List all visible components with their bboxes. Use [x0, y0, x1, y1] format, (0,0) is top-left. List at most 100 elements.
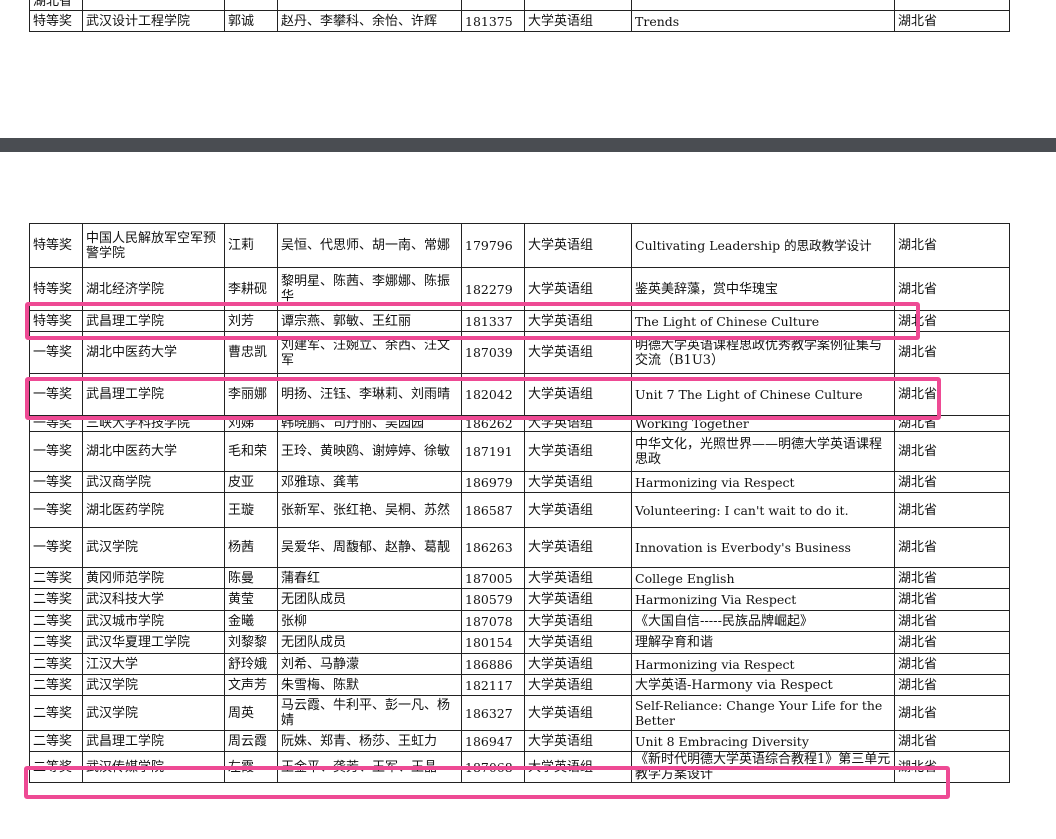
- awards-table-main: 特等奖 中国人民解放军空军预警学院 江莉 吴恒、代思师、胡一南、常娜 179796 大学英…: [29, 223, 1010, 783]
- school-cell: [82, 0, 225, 11]
- school-cell: 武昌理工学院: [82, 373, 225, 416]
- group-cell: 大学英语组: [524, 415, 632, 432]
- group-cell: 大学英语组: [524, 751, 632, 783]
- school-cell: 武汉商学院: [82, 471, 225, 493]
- award-cell: 二等奖: [29, 730, 83, 752]
- province-cell: 湖北省: [894, 415, 1010, 432]
- school-cell: 江汉大学: [82, 653, 225, 675]
- leader-cell: 李丽娜: [224, 373, 278, 416]
- group-cell: 大学英语组: [524, 610, 632, 632]
- page-divider: [0, 138, 1056, 152]
- school-cell: 武汉设计工程学院: [82, 10, 225, 32]
- id-cell: 186262: [461, 415, 525, 432]
- members-cell: 黎明星、陈茜、李娜娜、陈振华: [277, 267, 462, 311]
- id-cell: 181337: [461, 310, 525, 332]
- province-cell: 湖北省: [894, 267, 1010, 311]
- province-cell: 湖北省: [894, 492, 1010, 528]
- award-cell: 一等奖: [29, 331, 83, 374]
- table-row: 一等奖 湖北中医药大学 曹忠凯 刘建军、汪婉立、余西、汪文军 187039 大学英语组 明德…: [29, 331, 1010, 374]
- award-cell: 特等奖: [29, 310, 83, 332]
- school-cell: 武汉传媒学院: [82, 751, 225, 783]
- province-cell: 湖北省: [894, 567, 1010, 589]
- title-cell: The Light of Chinese Culture: [631, 310, 895, 332]
- group-cell: 大学英语组: [524, 471, 632, 493]
- title-cell: Self-Reliance: Change Your Life for the …: [631, 695, 895, 731]
- leader-cell: 李耕砚: [224, 267, 278, 311]
- school-cell: 武汉学院: [82, 527, 225, 568]
- award-cell: 二等奖: [29, 695, 83, 731]
- table-row: 一等奖 三峡大学科技学院 刘娣 韩晓鹏、司丹丽、吴园园 186262 大学英语组 Worki…: [29, 415, 1010, 432]
- table-row: 二等奖 武汉华夏理工学院 刘黎黎 无团队成员 180154 大学英语组 理解孕育和谐 湖北省: [29, 631, 1010, 654]
- id-cell: 180579: [461, 588, 525, 611]
- leader-cell: 左霞: [224, 751, 278, 783]
- province-cell: 湖北省: [894, 431, 1010, 472]
- title-cell: 《新时代明德大学英语综合教程1》第三单元教学方案设计: [631, 751, 895, 783]
- group-cell: [524, 0, 632, 11]
- table-row: 一等奖 湖北中医药大学 毛和荣 王玲、黄映鸥、谢婷婷、徐敏 187191 大学英语组 中华文…: [29, 431, 1010, 472]
- id-cell: 182042: [461, 373, 525, 416]
- table-row: 一等奖 武昌理工学院 李丽娜 明扬、汪钰、李琳莉、刘雨晴 182042 大学英语组 Unit…: [29, 373, 1010, 416]
- table-row: 湖北省: [29, 0, 1010, 11]
- table-row: 二等奖 武汉传媒学院 左霞 王金平、龚芳、王军、王晶 187068 大学英语组 《新时代明德…: [29, 751, 1010, 783]
- members-cell: 谭宗燕、郭敏、王红丽: [277, 310, 462, 332]
- leader-cell: 文声芳: [224, 674, 278, 696]
- id-cell: 186886: [461, 653, 525, 675]
- province-cell: 湖北省: [894, 223, 1010, 268]
- leader-cell: 黄莹: [224, 588, 278, 611]
- id-cell: 187068: [461, 751, 525, 783]
- school-cell: 武汉华夏理工学院: [82, 631, 225, 654]
- members-cell: 朱雪梅、陈默: [277, 674, 462, 696]
- title-cell: Harmonizing via Respect: [631, 653, 895, 675]
- group-cell: 大学英语组: [524, 674, 632, 696]
- award-cell: 一等奖: [29, 492, 83, 528]
- group-cell: 大学英语组: [524, 373, 632, 416]
- award-cell: 二等奖: [29, 751, 83, 783]
- title-cell: 鉴英美辞藻，赏中华瑰宝: [631, 267, 895, 311]
- table-row: 二等奖 武汉城市学院 金曦 张柳 187078 大学英语组 《大国自信-----民族品牌崛起…: [29, 610, 1010, 632]
- school-cell: 武昌理工学院: [82, 730, 225, 752]
- group-cell: 大学英语组: [524, 527, 632, 568]
- award-cell: 一等奖: [29, 527, 83, 568]
- title-cell: Harmonizing Via Respect: [631, 588, 895, 611]
- award-cell: 一等奖: [29, 373, 83, 416]
- school-cell: 黄冈师范学院: [82, 567, 225, 589]
- leader-cell: 舒玲娥: [224, 653, 278, 675]
- id-cell: 186327: [461, 695, 525, 731]
- members-cell: 韩晓鹏、司丹丽、吴园园: [277, 415, 462, 432]
- award-cell: 特等奖: [29, 10, 83, 32]
- members-cell: 蒲春红: [277, 567, 462, 589]
- document-page-top: 湖北省 特等奖 武汉设计工程学院 郭诚 赵丹、李攀科、余怡、许辉 181375 大学英语组 T…: [0, 0, 1056, 138]
- id-cell: 182279: [461, 267, 525, 311]
- leader-cell: 刘黎黎: [224, 631, 278, 654]
- id-cell: 186587: [461, 492, 525, 528]
- award-cell: 二等奖: [29, 674, 83, 696]
- leader-cell: 周英: [224, 695, 278, 731]
- group-cell: 大学英语组: [524, 730, 632, 752]
- title-cell: Innovation is Everbody's Business: [631, 527, 895, 568]
- school-cell: 武昌理工学院: [82, 310, 225, 332]
- province-cell: 湖北省: [894, 588, 1010, 611]
- school-cell: 武汉科技大学: [82, 588, 225, 611]
- id-cell: 186947: [461, 730, 525, 752]
- table-row: 二等奖 武汉科技大学 黄莹 无团队成员 180579 大学英语组 Harmonizing V…: [29, 588, 1010, 611]
- title-cell: 中华文化，光照世界——明德大学英语课程思政: [631, 431, 895, 472]
- table-row: 一等奖 武汉商学院 皮亚 邓雅琼、龚苇 186979 大学英语组 Harmonizing v…: [29, 471, 1010, 493]
- awards-table-top: 湖北省 特等奖 武汉设计工程学院 郭诚 赵丹、李攀科、余怡、许辉 181375 大学英语组 T…: [29, 0, 1010, 32]
- table-row: 二等奖 江汉大学 舒玲娥 刘希、马静濛 186886 大学英语组 Harmonizing v…: [29, 653, 1010, 675]
- title-cell: 明德大学英语课程思政优秀教学案例征集与交流（B1U3）: [631, 331, 895, 374]
- award-cell: 二等奖: [29, 588, 83, 611]
- members-cell: 刘建军、汪婉立、余西、汪文军: [277, 331, 462, 374]
- members-cell: 明扬、汪钰、李琳莉、刘雨晴: [277, 373, 462, 416]
- group-cell: 大学英语组: [524, 10, 632, 32]
- table-row: 二等奖 武昌理工学院 周云霞 阮姝、郑青、杨莎、王虹力 186947 大学英语组 Unit …: [29, 730, 1010, 752]
- group-cell: 大学英语组: [524, 331, 632, 374]
- id-cell: 186263: [461, 527, 525, 568]
- id-cell: 187191: [461, 431, 525, 472]
- province-cell: 湖北省: [894, 10, 1010, 32]
- school-cell: 湖北中医药大学: [82, 431, 225, 472]
- id-cell: 187039: [461, 331, 525, 374]
- province-cell: 湖北省: [894, 471, 1010, 493]
- title-cell: 大学英语-Harmony via Respect: [631, 674, 895, 696]
- school-cell: 武汉城市学院: [82, 610, 225, 632]
- id-cell: 179796: [461, 223, 525, 268]
